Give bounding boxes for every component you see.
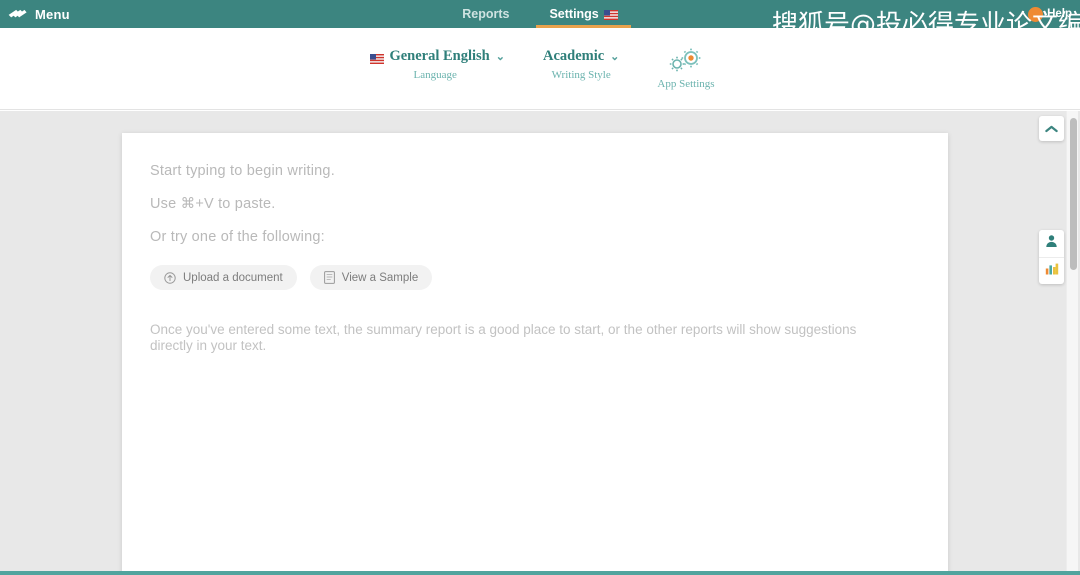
- bar-chart-icon: [1045, 262, 1059, 280]
- chevron-down-icon: ⌄: [610, 51, 620, 63]
- editor-hint-text: Once you've entered some text, the summa…: [150, 322, 857, 354]
- user-icon: [1045, 234, 1058, 253]
- gears-icon: [669, 48, 703, 74]
- upload-circle-icon: [164, 271, 176, 284]
- placeholder-line-2: Use ⌘+V to paste.: [150, 196, 276, 212]
- bottom-accent-bar: [0, 571, 1080, 575]
- document-content: Start typing to begin writing. Use ⌘+V t…: [122, 133, 948, 355]
- us-flag-icon: [603, 9, 618, 20]
- side-rail: [1039, 230, 1064, 284]
- tab-reports[interactable]: Reports: [457, 0, 514, 28]
- writing-style-selector[interactable]: Academic ⌄ Writing Style: [543, 48, 619, 81]
- chevron-up-icon: [1045, 120, 1058, 138]
- help-label: Help: [1047, 8, 1072, 20]
- editor-area: Start typing to begin writing. Use ⌘+V t…: [0, 111, 1080, 571]
- tab-settings[interactable]: Settings: [536, 0, 632, 28]
- action-button-row: Upload a document View a Sample: [150, 265, 920, 290]
- document-icon: [323, 271, 335, 284]
- tab-settings-label: Settings: [549, 7, 599, 21]
- placeholder-line-1: Start typing to begin writing.: [150, 163, 335, 179]
- settings-toolbar: General English ⌄ Language Academic ⌄ Wr…: [0, 28, 1080, 110]
- upload-document-button[interactable]: Upload a document: [150, 265, 297, 290]
- help-circle-icon: [1028, 6, 1044, 22]
- writing-style-value-row: Academic ⌄: [543, 48, 619, 65]
- view-sample-button[interactable]: View a Sample: [309, 265, 433, 290]
- app-settings-caption: App Settings: [657, 78, 715, 90]
- language-selector[interactable]: General English ⌄ Language: [365, 48, 505, 81]
- tab-reports-label: Reports: [462, 7, 510, 21]
- help-button[interactable]: Help: [1028, 0, 1072, 28]
- app-root: Menu Reports Settings Help 搜狐号@投必得专业论文编译…: [0, 0, 1080, 575]
- vertical-scrollbar[interactable]: [1066, 111, 1078, 571]
- us-flag-icon: [370, 52, 385, 64]
- rail-button-chart[interactable]: [1039, 257, 1064, 284]
- language-value-row: General English ⌄: [365, 48, 505, 65]
- upload-document-label: Upload a document: [183, 271, 283, 284]
- writing-style-caption: Writing Style: [551, 69, 611, 81]
- language-caption: Language: [413, 69, 457, 81]
- top-navigation: Reports Settings: [0, 0, 1080, 28]
- writing-style-value: Academic: [542, 48, 605, 64]
- language-value: General English: [389, 48, 490, 64]
- top-bar: Menu Reports Settings Help: [0, 0, 1080, 28]
- placeholder-line-3: Or try one of the following:: [150, 229, 325, 245]
- app-settings-button[interactable]: App Settings: [657, 48, 715, 90]
- collapse-panel-button[interactable]: [1039, 116, 1064, 141]
- view-sample-label: View a Sample: [341, 271, 419, 284]
- scrollbar-thumb[interactable]: [1070, 118, 1077, 270]
- rail-button-user[interactable]: [1039, 230, 1064, 257]
- chevron-down-icon: ⌄: [495, 51, 505, 63]
- document-card[interactable]: Start typing to begin writing. Use ⌘+V t…: [122, 133, 948, 571]
